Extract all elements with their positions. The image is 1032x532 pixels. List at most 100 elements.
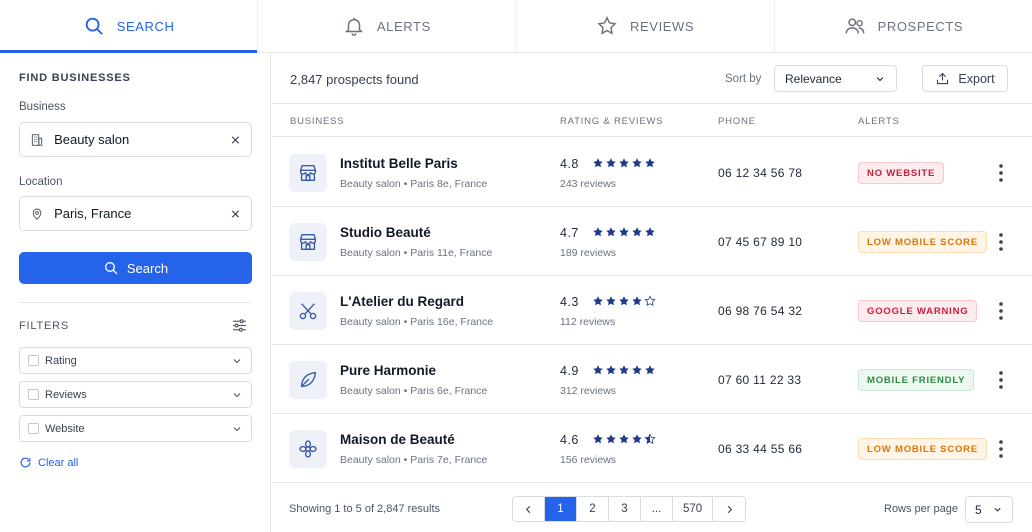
business-logo: [289, 430, 327, 468]
star-full-icon: [606, 296, 616, 306]
sort-select[interactable]: Relevance: [774, 65, 897, 92]
star-full-icon: [593, 296, 603, 306]
filter-reviews[interactable]: Reviews: [19, 381, 252, 408]
search-button[interactable]: Search: [19, 252, 252, 284]
business-name[interactable]: Studio Beauté: [340, 225, 431, 240]
more-vertical-icon[interactable]: [994, 438, 1008, 460]
filter-rating[interactable]: Rating: [19, 347, 252, 374]
star-full-icon: [606, 227, 616, 237]
close-icon[interactable]: [230, 133, 241, 147]
business-name[interactable]: Institut Belle Paris: [340, 156, 458, 171]
scissors-icon: [299, 303, 317, 320]
storefront-icon: [299, 233, 317, 251]
filter-website-label: Website: [45, 422, 85, 435]
table-row[interactable]: Maison de Beauté Beauty salon • Paris 7e…: [272, 414, 1032, 483]
tab-reviews[interactable]: REVIEWS: [515, 0, 774, 52]
filter-checkbox[interactable]: [28, 355, 39, 366]
rows-per-page-label: Rows per page: [884, 503, 958, 515]
star-rating: [592, 433, 656, 445]
tab-reviews-label: REVIEWS: [630, 18, 695, 34]
page-button[interactable]: 570: [673, 497, 714, 521]
filter-checkbox[interactable]: [28, 423, 39, 434]
filters-title: FILTERS: [19, 320, 70, 332]
rating-value: 4.8: [560, 157, 579, 171]
location-label: Location: [19, 176, 63, 188]
bell-icon: [344, 17, 364, 36]
filter-rating-label: Rating: [45, 354, 77, 367]
rows-per-page-value: 5: [975, 502, 982, 517]
star-rating: [592, 157, 656, 169]
page-button[interactable]: 3: [609, 497, 641, 521]
prev-page-button[interactable]: [513, 497, 545, 521]
chevron-right-icon: [727, 505, 732, 513]
chevron-down-icon: [233, 358, 241, 363]
business-meta: Beauty salon • Paris 6e, France: [340, 385, 488, 397]
phone-number: 06 33 44 55 66: [718, 442, 803, 456]
clear-all-link[interactable]: Clear all: [19, 456, 78, 469]
star-full-icon: [593, 434, 603, 444]
table-row[interactable]: Studio Beauté Beauty salon • Paris 11e, …: [272, 207, 1032, 276]
star-half-icon: [644, 433, 656, 444]
page-button[interactable]: 1: [545, 497, 577, 521]
star-full-icon: [593, 158, 603, 168]
phone-number: 07 45 67 89 10: [718, 235, 803, 249]
business-meta: Beauty salon • Paris 16e, France: [340, 316, 494, 328]
flower-icon: [299, 440, 317, 458]
results-panel: 2,847 prospects found Sort by Relevance …: [272, 53, 1032, 532]
table-row[interactable]: Institut Belle Paris Beauty salon • Pari…: [272, 138, 1032, 207]
tab-prospects-label: PROSPECTS: [877, 18, 964, 34]
business-name[interactable]: Pure Harmonie: [340, 363, 436, 378]
table-row[interactable]: Pure Harmonie Beauty salon • Paris 6e, F…: [272, 345, 1032, 414]
table-row[interactable]: L'Atelier du Regard Beauty salon • Paris…: [272, 276, 1032, 345]
top-tab-bar: SEARCH ALERTS REVIEWS PROSPECTS: [0, 0, 1032, 53]
more-vertical-icon[interactable]: [994, 300, 1008, 322]
star-full-icon: [632, 434, 642, 444]
location-input[interactable]: [54, 206, 231, 221]
star-full-icon: [619, 434, 629, 444]
tab-search[interactable]: SEARCH: [0, 0, 258, 53]
star-full-icon: [606, 434, 616, 444]
business-field: [19, 122, 252, 157]
sliders-icon[interactable]: [231, 317, 248, 334]
business-input[interactable]: [54, 132, 231, 147]
alert-badge: LOW MOBILE SCORE: [858, 438, 987, 460]
star-full-icon: [593, 365, 603, 375]
leaf-icon: [300, 371, 317, 388]
results-toolbar: 2,847 prospects found Sort by Relevance …: [272, 53, 1032, 104]
business-meta: Beauty salon • Paris 11e, France: [340, 247, 493, 259]
col-rating: RATING & REVIEWS: [560, 116, 664, 127]
rating-value: 4.6: [560, 433, 579, 447]
star-empty-icon: [644, 295, 656, 306]
business-name[interactable]: Maison de Beauté: [340, 432, 455, 447]
upload-icon: [937, 72, 949, 85]
rating-value: 4.9: [560, 364, 579, 378]
search-sidebar: FIND BUSINESSES Business Location Search…: [0, 53, 271, 532]
star-full-icon: [645, 227, 655, 237]
business-name[interactable]: L'Atelier du Regard: [340, 294, 464, 309]
col-alerts: ALERTS: [858, 116, 900, 127]
showing-text: Showing 1 to 5 of 2,847 results: [289, 503, 441, 515]
star-full-icon: [632, 227, 642, 237]
business-label: Business: [19, 101, 66, 113]
sort-value: Relevance: [785, 71, 842, 86]
clear-all-label: Clear all: [38, 456, 79, 469]
export-button[interactable]: Export: [922, 65, 1008, 92]
next-page-button[interactable]: [713, 497, 745, 521]
chevron-down-icon: [233, 426, 241, 431]
close-icon[interactable]: [230, 207, 241, 221]
rows-per-page-select[interactable]: 5: [965, 496, 1013, 523]
more-vertical-icon[interactable]: [994, 162, 1008, 184]
more-vertical-icon[interactable]: [994, 231, 1008, 253]
export-label: Export: [958, 71, 995, 86]
business-logo: [289, 361, 327, 399]
tab-prospects[interactable]: PROSPECTS: [773, 0, 1032, 52]
more-vertical-icon[interactable]: [994, 369, 1008, 391]
rating-value: 4.3: [560, 295, 579, 309]
star-full-icon: [632, 365, 642, 375]
tab-alerts[interactable]: ALERTS: [257, 0, 515, 52]
page-button[interactable]: 2: [577, 497, 609, 521]
review-count: 112 reviews: [560, 316, 616, 328]
users-icon: [845, 18, 865, 34]
filter-website[interactable]: Website: [19, 415, 252, 442]
filter-checkbox[interactable]: [28, 389, 39, 400]
